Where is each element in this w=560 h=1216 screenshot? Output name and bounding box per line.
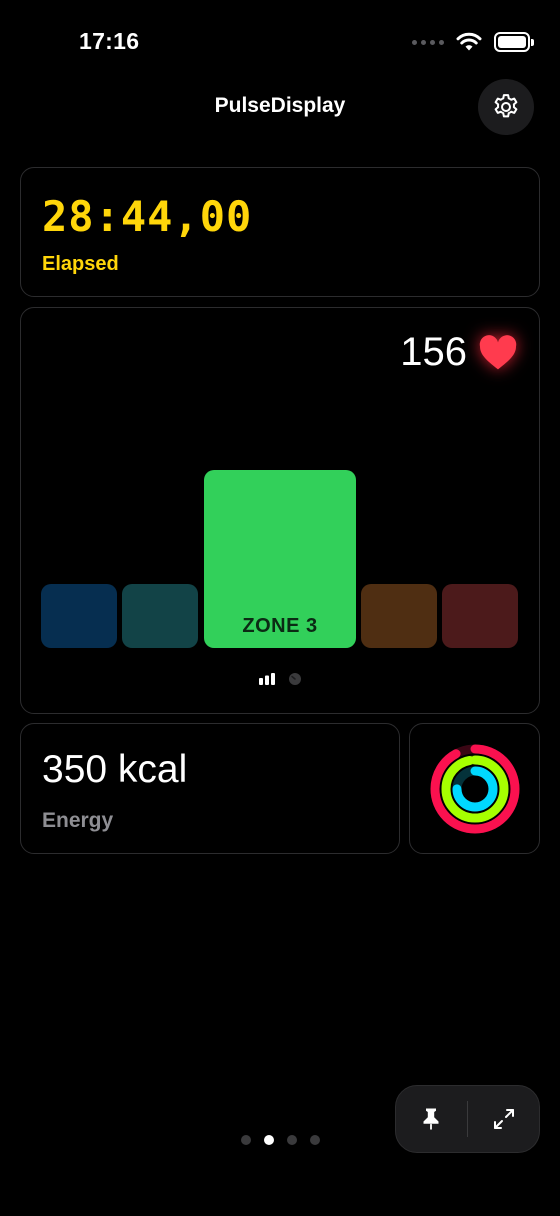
settings-button[interactable]	[478, 79, 534, 135]
zone-label: ZONE 3	[242, 615, 318, 637]
heart-rate-readout: 156	[400, 330, 519, 375]
energy-value: 350 kcal	[42, 748, 188, 791]
page-dot-active[interactable]	[264, 1135, 274, 1145]
heart-rate-card[interactable]: 156 ZONE 3	[20, 307, 540, 714]
view-toggle[interactable]	[21, 672, 539, 686]
zone-3-bar: ZONE 3	[204, 470, 356, 648]
zone-4-bar	[361, 584, 437, 648]
elapsed-label: Elapsed	[42, 253, 119, 275]
elapsed-card[interactable]: 28:44,00 Elapsed	[20, 167, 540, 297]
status-icons	[412, 30, 534, 54]
signal-icon	[412, 39, 444, 45]
wifi-icon	[456, 32, 482, 51]
page-indicator[interactable]	[241, 1135, 320, 1145]
elapsed-value: 28:44,00	[42, 192, 253, 241]
gauge-icon[interactable]	[288, 672, 302, 686]
page-dot[interactable]	[287, 1135, 297, 1145]
page-title: PulseDisplay	[214, 94, 346, 117]
page-dot[interactable]	[241, 1135, 251, 1145]
heart-rate-value: 156	[400, 330, 467, 374]
pin-icon	[423, 1108, 439, 1130]
action-bar	[395, 1085, 540, 1153]
pin-button[interactable]	[396, 1086, 467, 1152]
energy-card[interactable]: 350 kcal Energy	[20, 723, 400, 854]
bar-chart-icon[interactable]	[258, 672, 276, 686]
activity-rings-card[interactable]	[409, 723, 540, 854]
gear-icon	[494, 94, 518, 118]
heart-icon	[477, 332, 519, 374]
status-bar: 17:16	[0, 0, 560, 84]
status-time: 17:16	[79, 28, 140, 54]
energy-label: Energy	[42, 809, 114, 832]
page-dot[interactable]	[310, 1135, 320, 1145]
zone-1-bar	[41, 584, 117, 648]
activity-rings-icon	[430, 744, 519, 833]
expand-button[interactable]	[468, 1086, 539, 1152]
zone-2-bar	[122, 584, 198, 648]
battery-icon	[494, 32, 534, 52]
zone-5-bar	[442, 584, 518, 648]
expand-icon	[493, 1109, 514, 1129]
